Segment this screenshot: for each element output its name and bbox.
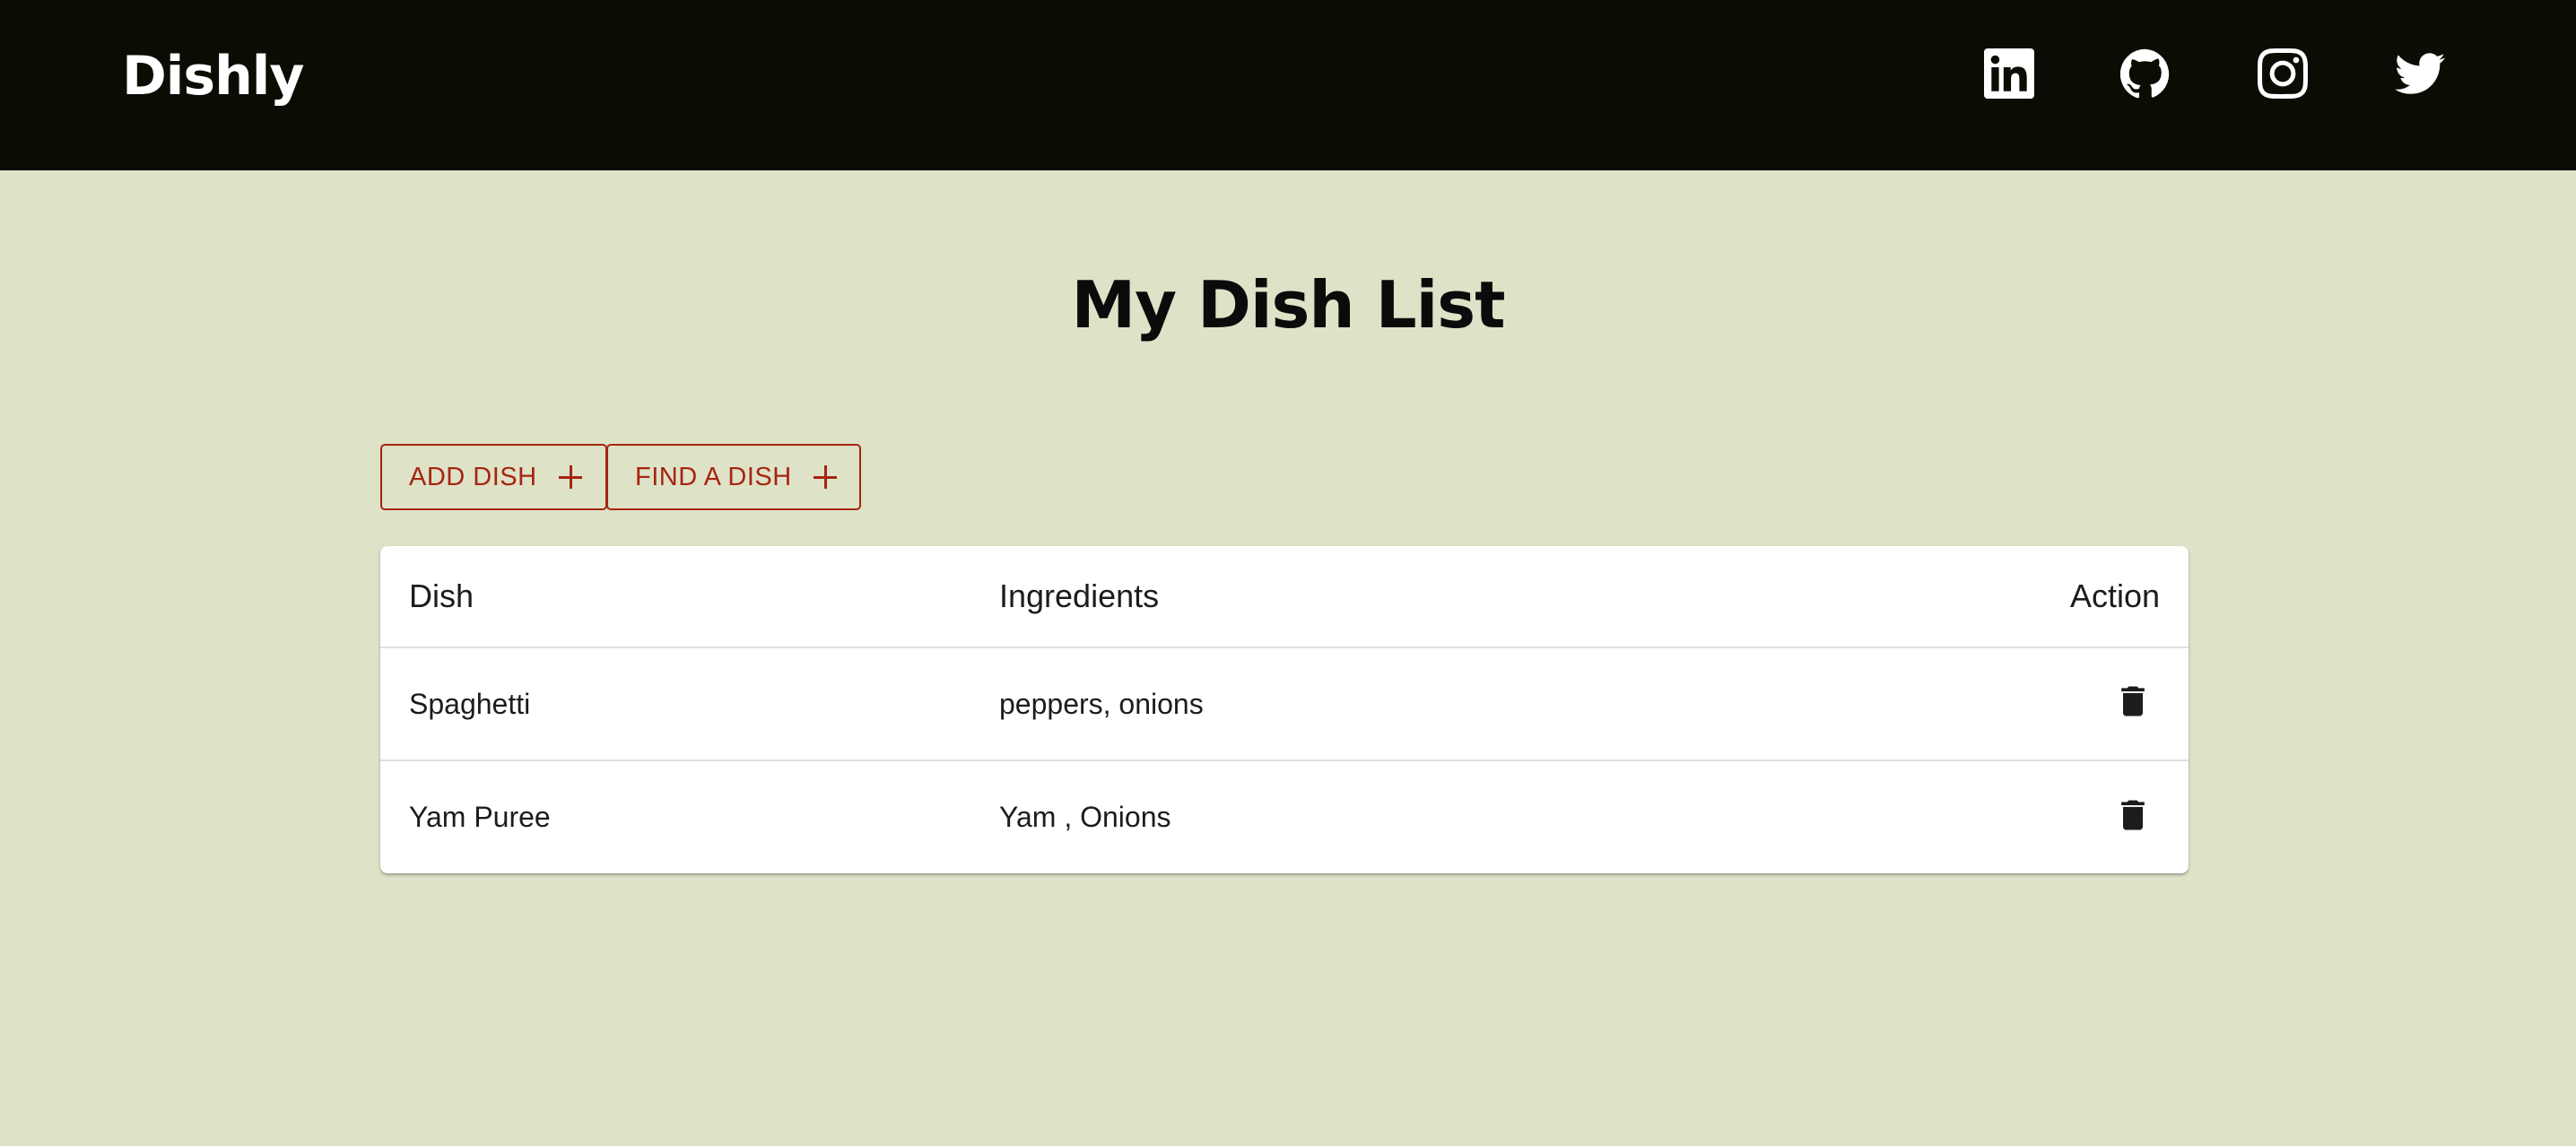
column-header-ingredients[interactable]: Ingredients [999,546,1159,647]
instagram-icon[interactable] [2258,48,2308,99]
table-row: Spaghetti peppers, onions [380,648,2189,761]
plus-icon [557,464,584,491]
dish-name-cell: Yam Puree [409,801,551,833]
ingredients-cell: Yam , Onions [999,801,1171,833]
column-header-action: Action [2069,577,2160,614]
find-dish-button[interactable]: FIND A DISH [606,444,861,510]
linkedin-icon[interactable] [1984,48,2034,99]
plus-icon [812,464,839,491]
twitter-icon[interactable] [2395,48,2445,99]
brand-logo[interactable]: Dishly [122,45,304,108]
table-header-row: Dish Ingredients Action [380,546,2189,648]
add-dish-label: ADD DISH [409,462,537,491]
github-icon[interactable] [2120,48,2171,99]
table-row: Yam Puree Yam , Onions [380,761,2189,873]
dish-table: Dish Ingredients Action Spaghetti pepper… [380,546,2189,873]
find-dish-label: FIND A DISH [635,462,792,491]
add-dish-button[interactable]: ADD DISH [380,444,607,510]
dish-name-cell: Spaghetti [409,687,531,720]
trash-icon[interactable] [2113,682,2153,721]
top-nav-bar: Dishly [0,0,2576,170]
page-title: My Dish List [1071,267,1505,343]
ingredients-cell: peppers, onions [999,687,1204,720]
action-cell [2113,648,2160,760]
column-header-dish[interactable]: Dish [409,546,474,647]
action-cell [2113,761,2160,873]
trash-icon[interactable] [2113,795,2153,835]
